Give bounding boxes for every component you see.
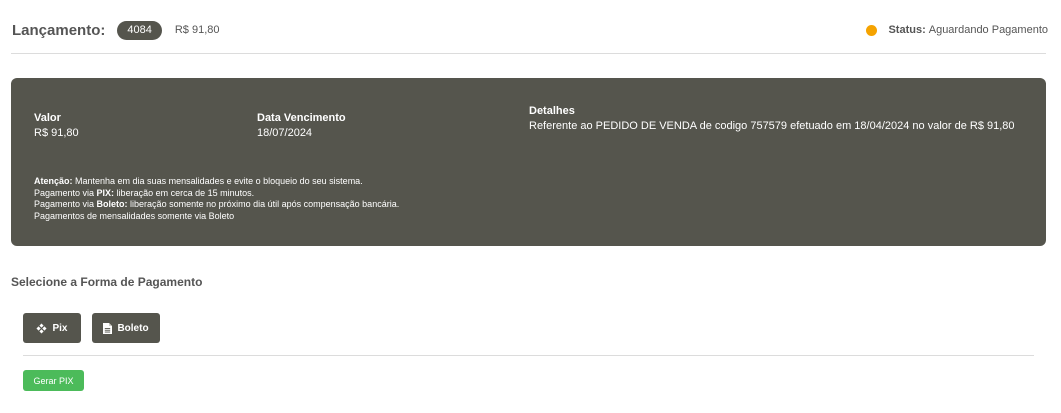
pix-button-label: Pix (52, 322, 68, 334)
lancamento-label: Lançamento: (12, 21, 106, 39)
payment-notes: Atenção: Mantenha em dia suas mensalidad… (34, 176, 399, 222)
detalhes-value: Referente ao PEDIDO DE VENDA de codigo 7… (529, 120, 1015, 132)
status-info: Status: Aguardando Pagamento (866, 24, 1048, 36)
pix-button[interactable]: Pix (23, 313, 81, 343)
lancamento-info: Lançamento: 4084 R$ 91,80 (12, 20, 220, 40)
valor-label: Valor (34, 112, 61, 124)
note-mensalidades: Pagamentos de mensalidades somente via B… (34, 210, 235, 221)
invoice-details-panel: Valor R$ 91,80 Data Vencimento 18/07/202… (11, 78, 1046, 246)
note-pix: Pagamento via PIX: liberação em cerca de… (34, 188, 399, 200)
note-boleto-text: liberação somente no próximo dia útil ap… (127, 199, 400, 209)
header-divider (11, 53, 1046, 54)
payment-page: Lançamento: 4084 R$ 91,80 Status: Aguard… (0, 0, 1061, 413)
detalhes-label: Detalhes (529, 105, 575, 117)
boleto-button[interactable]: Boleto (92, 313, 160, 343)
lancamento-value: R$ 91,80 (174, 24, 220, 36)
note-boleto-prefix: Pagamento via (34, 199, 97, 209)
note-pix-text: liberação em cerca de 15 minutos. (114, 187, 255, 198)
header: Lançamento: 4084 R$ 91,80 Status: Aguard… (12, 17, 1048, 43)
gerar-pix-button[interactable]: Gerar PIX (23, 370, 84, 391)
valor-value: R$ 91,80 (34, 127, 79, 139)
payment-divider (23, 355, 1034, 356)
lancamento-id-badge: 4084 (117, 20, 162, 40)
payment-method-title: Selecione a Forma de Pagamento (11, 275, 203, 289)
note-pix-prefix: Pagamento via (34, 187, 97, 198)
document-icon (103, 322, 113, 334)
vencimento-value: 18/07/2024 (257, 127, 313, 139)
note-atencao-text: Mantenha em dia suas mensalidades e evit… (72, 176, 363, 186)
status-label: Status: (888, 24, 926, 36)
status-dot-icon (866, 24, 878, 36)
vencimento-block: Data Vencimento 18/07/2024 (257, 112, 346, 140)
note-atencao-label: Atenção: (34, 176, 73, 186)
note-pix-label: PIX: (96, 187, 115, 198)
note-atencao: Atenção: Mantenha em dia suas mensalidad… (34, 176, 399, 188)
vencimento-label: Data Vencimento (257, 112, 346, 124)
note-boleto-label: Boleto: (96, 199, 128, 209)
status-value: Aguardando Pagamento (928, 24, 1048, 36)
boleto-button-label: Boleto (117, 322, 149, 334)
detalhes-block: Detalhes Referente ao PEDIDO DE VENDA de… (529, 105, 1019, 133)
valor-block: Valor R$ 91,80 (34, 112, 79, 140)
note-boleto: Pagamento via Boleto: liberação somente … (34, 199, 399, 211)
pix-icon (36, 322, 48, 334)
